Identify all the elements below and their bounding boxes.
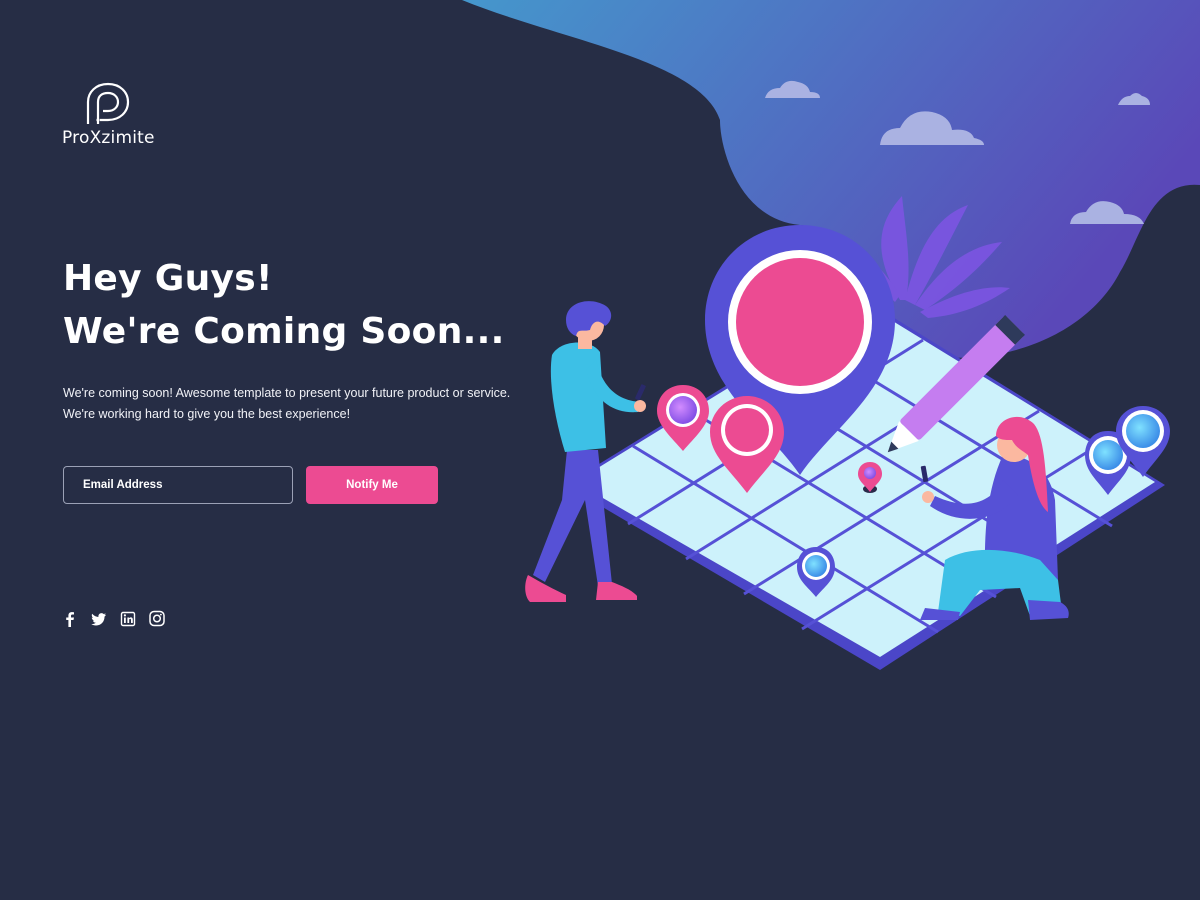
brand[interactable]: ProXzimite [62, 82, 158, 148]
description-line-2: We're working hard to give you the best … [63, 407, 351, 421]
p-logo-icon [86, 82, 130, 124]
twitter-link[interactable] [91, 610, 107, 628]
twitter-icon [91, 613, 106, 626]
instagram-link[interactable] [149, 610, 165, 628]
linkedin-icon [120, 611, 136, 627]
headline-line-1: Hey Guys! [63, 258, 273, 299]
description: We're coming soon! Awesome template to p… [63, 383, 510, 425]
facebook-link[interactable] [62, 610, 78, 628]
notify-me-button[interactable]: Notify Me [306, 466, 438, 504]
facebook-icon [66, 612, 74, 627]
instagram-icon [149, 610, 165, 627]
page-title: Hey Guys! We're Coming Soon... [63, 252, 505, 358]
headline-line-2: We're Coming Soon... [63, 311, 505, 352]
email-input[interactable] [63, 466, 293, 504]
linkedin-link[interactable] [120, 610, 136, 628]
brand-name: ProXzimite [62, 128, 155, 148]
hero-illustration [462, 0, 1200, 670]
description-line-1: We're coming soon! Awesome template to p… [63, 386, 511, 400]
social-links [62, 610, 165, 628]
